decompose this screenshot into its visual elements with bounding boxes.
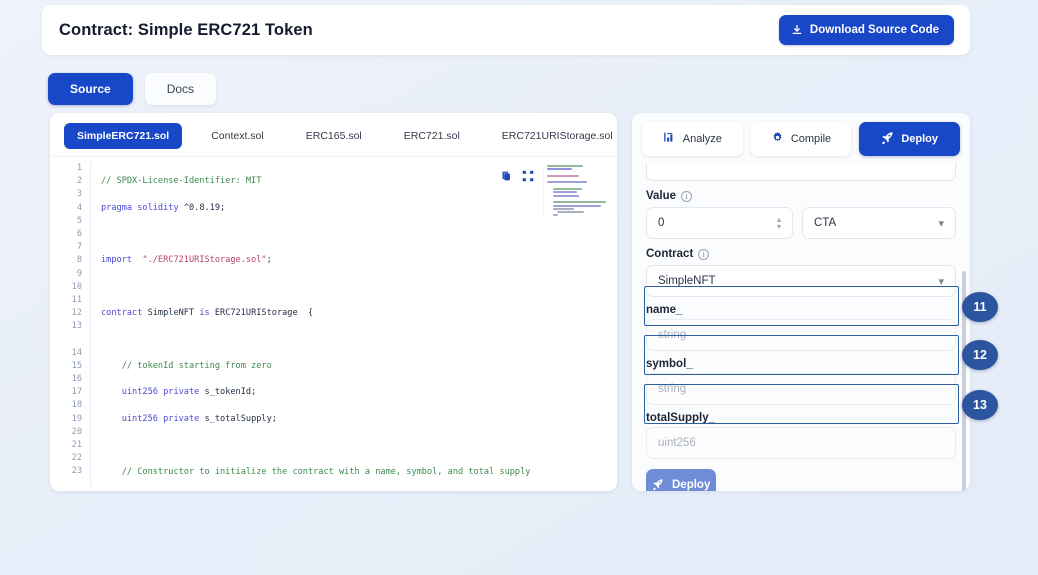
file-tab-bar: SimpleERC721.sol Context.sol ERC165.sol … — [50, 113, 617, 156]
analyze-chart-icon — [663, 131, 676, 147]
param-input-totalsupply[interactable]: uint256 — [646, 427, 956, 459]
deploy-panel: Analyze Compile Deploy Value i 0 ▴ ▾ CTA… — [632, 113, 970, 491]
value-field-label: Value i — [646, 190, 956, 202]
annotation-badge-12: 12 — [962, 340, 998, 370]
contract-field-label: Contract i — [646, 248, 956, 260]
deploy-button-top-label: Deploy — [901, 133, 939, 145]
compile-button-label: Compile — [790, 133, 832, 145]
tab-source[interactable]: Source — [48, 73, 133, 105]
environment-select-value: ········ — [658, 163, 692, 166]
download-source-code-button[interactable]: Download Source Code — [778, 15, 954, 45]
param-input-name[interactable]: string — [646, 319, 956, 351]
file-tab-erc165[interactable]: ERC165.sol — [293, 123, 375, 149]
line-number-gutter: 1234 5678 9 10 11 12 13 14 15 16 17 18 19 20 21 2… — [71, 163, 82, 477]
param-label-name: name_ — [646, 304, 683, 316]
contract-select-value: SimpleNFT — [658, 275, 716, 287]
gear-icon — [771, 131, 784, 147]
param-input-symbol[interactable]: string — [646, 373, 956, 405]
analyze-button-label: Analyze — [682, 133, 722, 145]
page-title: Contract: Simple ERC721 Token — [59, 20, 313, 39]
file-tab-erc721[interactable]: ERC721.sol — [391, 123, 473, 149]
file-tab-simpleerc721[interactable]: SimpleERC721.sol — [64, 123, 183, 149]
compile-button[interactable]: Compile — [750, 122, 852, 156]
code-viewport[interactable]: 1234 5678 9 10 11 12 13 14 15 16 17 18 19 20 21 2… — [50, 156, 617, 486]
source-editor-card: SimpleERC721.sol Context.sol ERC165.sol … — [50, 113, 617, 491]
page-header-card: Contract: Simple ERC721 Token Download S… — [42, 5, 970, 55]
editor-overlay-tools — [495, 165, 609, 217]
chevron-down-icon: ▾ — [939, 163, 944, 167]
environment-select-clipped[interactable]: ········ ▾ — [646, 163, 956, 181]
info-icon[interactable]: i — [681, 190, 693, 202]
deploy-submit-label: Deploy — [672, 479, 711, 491]
value-amount-text: 0 — [658, 217, 665, 229]
value-amount-input[interactable]: 0 ▴ ▾ — [646, 207, 793, 239]
value-unit-select[interactable]: CTA ▾ — [802, 207, 956, 239]
tab-docs[interactable]: Docs — [144, 73, 217, 105]
deploy-form-scroll-area[interactable]: ········ ▾ Value i 0 ▴▾ CTA ▾ Contract i — [632, 163, 970, 491]
annotation-badge-11: 11 — [962, 292, 998, 322]
download-button-label: Download Source Code — [809, 24, 939, 36]
param-symbol-placeholder: string — [658, 383, 687, 395]
contract-label-text: Contract — [646, 248, 694, 260]
copy-icon[interactable] — [495, 165, 517, 187]
expand-icon[interactable] — [517, 165, 539, 187]
chevron-down-icon: ▾ — [938, 275, 944, 288]
value-label-text: Value — [646, 190, 677, 202]
annotation-badge-13: 13 — [962, 390, 998, 420]
param-label-totalsupply: totalSupply_ — [646, 412, 716, 424]
analyze-button[interactable]: Analyze — [642, 122, 743, 156]
rocket-icon — [881, 131, 894, 147]
download-icon — [791, 24, 803, 36]
view-tabs: Source Docs — [48, 73, 217, 105]
info-icon[interactable]: i — [698, 248, 710, 260]
param-label-symbol: symbol_ — [646, 358, 693, 370]
param-totalsupply-placeholder: uint256 — [658, 437, 696, 449]
code-minimap[interactable] — [543, 165, 609, 217]
contract-select[interactable]: SimpleNFT ▾ — [646, 265, 956, 297]
value-row: 0 ▴ ▾ CTA ▾ — [646, 207, 956, 239]
panel-action-bar: Analyze Compile Deploy — [632, 113, 970, 163]
stepper-icon[interactable]: ▴ ▾ — [777, 216, 781, 231]
file-tab-erc721uristorage[interactable]: ERC721URIStorage.sol — [489, 123, 617, 149]
deploy-button-top[interactable]: Deploy — [859, 122, 961, 156]
param-name-placeholder: string — [658, 329, 687, 341]
rocket-icon — [652, 478, 664, 492]
chevron-down-icon: ▾ — [938, 217, 944, 230]
file-tab-context[interactable]: Context.sol — [198, 123, 277, 149]
value-unit-text: CTA — [814, 217, 837, 229]
deploy-submit-button[interactable]: Deploy — [646, 469, 717, 492]
